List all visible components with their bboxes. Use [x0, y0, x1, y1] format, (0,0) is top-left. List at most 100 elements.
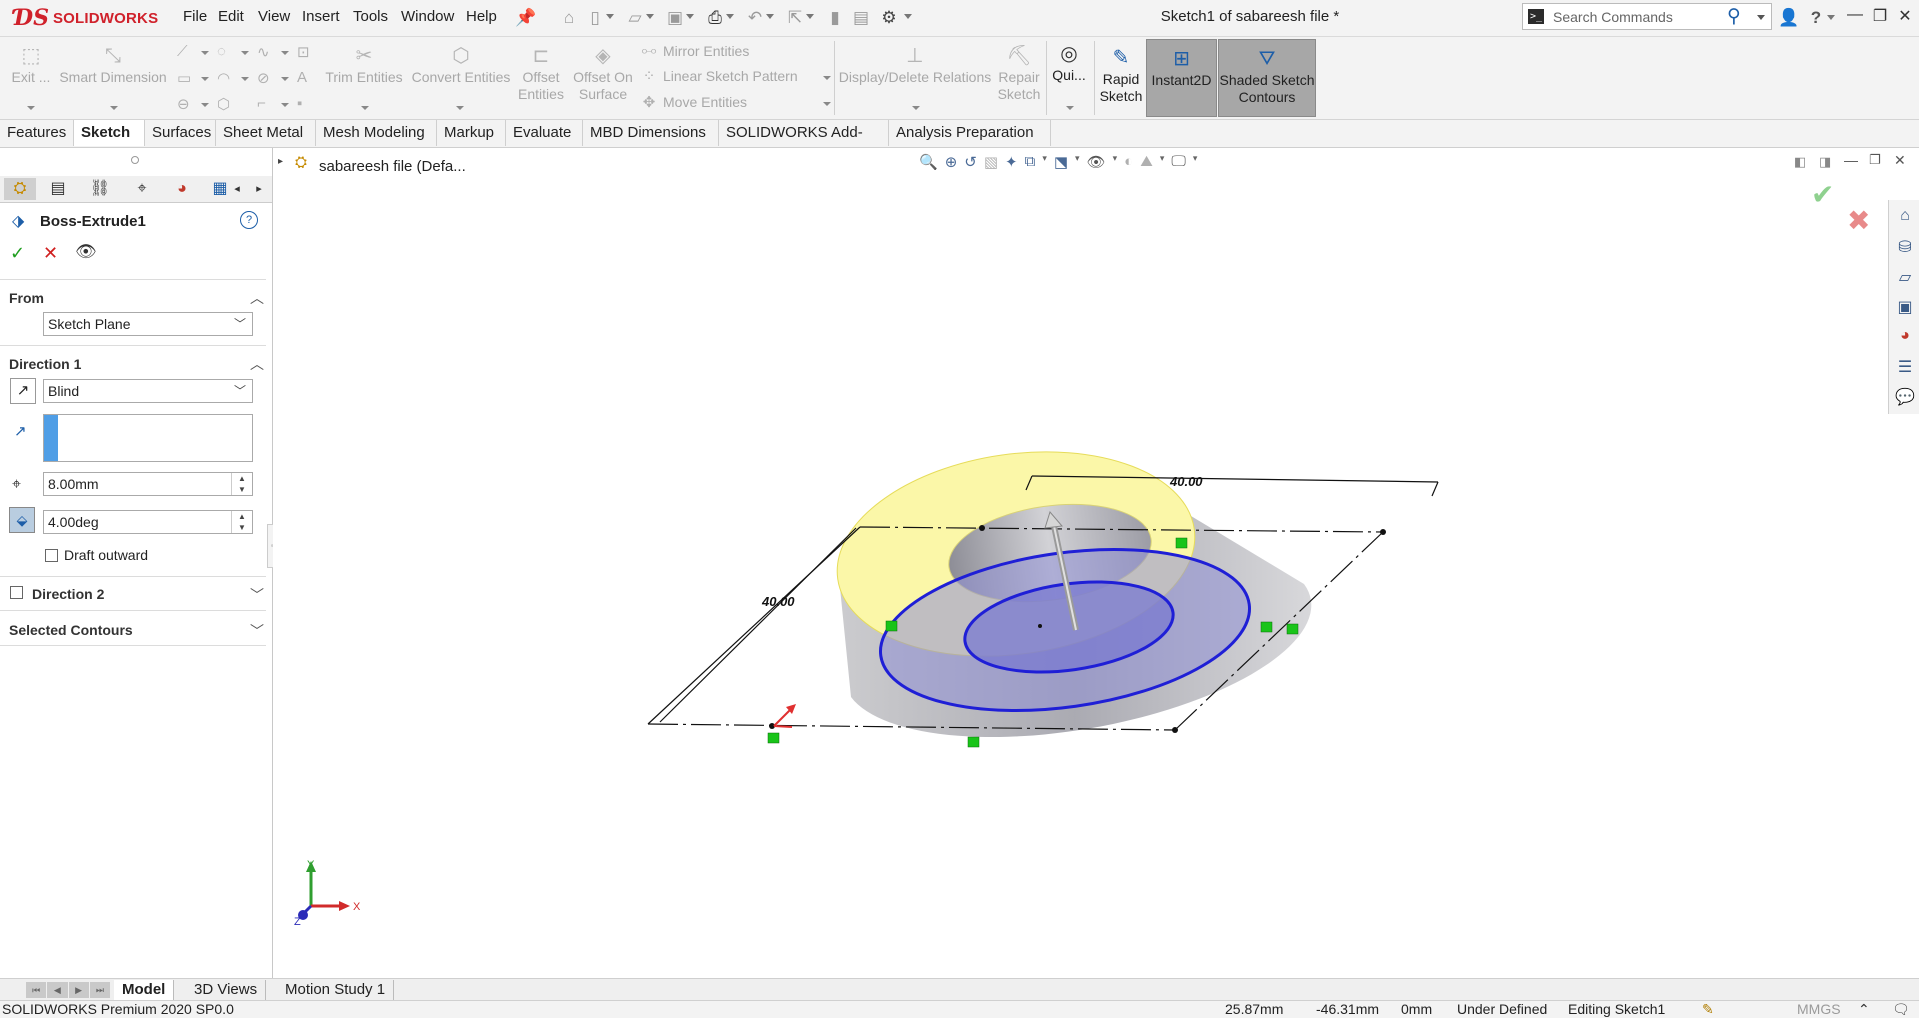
menu-help[interactable]: Help: [466, 8, 497, 25]
dimxpert-manager-tab-icon[interactable]: ⌖: [126, 178, 158, 200]
detailed-preview-eye-icon[interactable]: 👁: [75, 242, 97, 262]
trim-entities-button[interactable]: ✂ Trim Entities: [320, 45, 408, 86]
draft-spin-arrows-icon[interactable]: ▲ ▼: [231, 511, 252, 533]
menu-file[interactable]: File: [183, 8, 207, 25]
draft-outward-checkbox[interactable]: [45, 549, 58, 562]
cancel-x-icon[interactable]: ✕: [43, 243, 58, 264]
display-manager-tab-icon[interactable]: ◕: [166, 178, 198, 200]
dimension-left-value[interactable]: 40.00: [761, 594, 795, 609]
point-icon[interactable]: ▪: [297, 95, 302, 112]
search-commands-box[interactable]: >_ Search Commands ⚲: [1522, 3, 1772, 30]
spline-icon[interactable]: ∿: [257, 43, 270, 61]
linear-sketch-pattern-button[interactable]: ⁘ Linear Sketch Pattern: [641, 67, 798, 85]
ok-check-icon[interactable]: ✓: [10, 243, 25, 264]
forum-icon[interactable]: 💬: [1893, 387, 1917, 409]
minimize-icon[interactable]: —: [1843, 6, 1867, 24]
fillet-dropdown-icon[interactable]: [281, 103, 289, 107]
file-properties-icon[interactable]: ▤: [850, 7, 872, 29]
last-tab-icon[interactable]: ⏭: [89, 982, 110, 998]
feature-manager-tab-icon[interactable]: ⛭: [4, 178, 36, 200]
custom-properties-icon[interactable]: ☰: [1893, 357, 1917, 379]
fillet-icon[interactable]: ⌐: [257, 95, 266, 112]
rectangle-dropdown-icon[interactable]: [201, 77, 209, 81]
tab-3d-views[interactable]: 3D Views: [186, 980, 267, 1000]
tab-sheet-metal[interactable]: Sheet Metal: [216, 120, 316, 146]
menu-edit[interactable]: Edit: [218, 8, 244, 25]
circle-icon[interactable]: ◌: [217, 43, 226, 60]
close-icon[interactable]: ✕: [1893, 6, 1917, 26]
dimension-top-value[interactable]: 40.00: [1169, 474, 1203, 489]
slot-icon[interactable]: ⊖: [177, 95, 190, 113]
menu-tools[interactable]: Tools: [353, 8, 388, 25]
open-folder-icon[interactable]: ▱: [624, 7, 646, 29]
tab-model[interactable]: Model: [114, 980, 175, 1000]
tab-surfaces[interactable]: Surfaces: [145, 120, 216, 146]
move-dropdown-icon[interactable]: [823, 102, 831, 106]
draft-toggle-icon[interactable]: ⬙: [9, 507, 35, 533]
view-palette-icon[interactable]: ▣: [1893, 297, 1917, 319]
direction-selection-box[interactable]: [43, 414, 253, 462]
polygon-icon[interactable]: ⬡: [217, 95, 230, 113]
customize-status-icon[interactable]: 🗨: [1892, 1001, 1910, 1018]
direction2-section-header[interactable]: Direction 2: [32, 586, 104, 602]
text-icon[interactable]: A: [297, 69, 307, 86]
rebuild-indicator-icon[interactable]: ✎: [1702, 1001, 1714, 1018]
units-dropdown-icon[interactable]: ⌃: [1858, 1001, 1870, 1018]
from-section-header[interactable]: From: [9, 290, 44, 306]
help-question-icon[interactable]: ?: [1805, 8, 1827, 28]
offset-on-surface-button[interactable]: ◈ Offset On Surface: [568, 45, 638, 103]
quick-snaps-button[interactable]: ◎ Qui...: [1049, 43, 1089, 84]
select-icon[interactable]: ⇱: [784, 7, 806, 29]
display-delete-relations-button[interactable]: ⊥ Display/Delete Relations: [838, 45, 992, 86]
undo-icon[interactable]: ↶: [744, 7, 766, 29]
print-dropdown-icon[interactable]: [726, 14, 734, 19]
convert-entities-button[interactable]: ⬡ Convert Entities: [410, 45, 512, 86]
direction1-section-header[interactable]: Direction 1: [9, 356, 81, 372]
tab-mbd-dimensions[interactable]: MBD Dimensions: [583, 120, 719, 146]
save-dropdown-icon[interactable]: [686, 14, 694, 19]
search-icon[interactable]: ⚲: [1727, 5, 1741, 28]
convert-dropdown-icon[interactable]: [456, 106, 464, 110]
new-dropdown-icon[interactable]: [606, 14, 614, 19]
solidworks-logo[interactable]: ƊS SOLIDWORKS: [14, 4, 158, 32]
tab-motion-study[interactable]: Motion Study 1: [277, 980, 395, 1000]
help-dropdown-icon[interactable]: [1827, 15, 1835, 20]
tab-features[interactable]: Features: [0, 120, 74, 146]
first-tab-icon[interactable]: ⏮: [26, 982, 47, 998]
collapse-direction1-chevron-icon[interactable]: ︿: [250, 354, 264, 374]
direction2-checkbox[interactable]: [10, 586, 23, 599]
rectangle-icon[interactable]: ▭: [177, 69, 191, 87]
end-condition-select[interactable]: Blind ﹀: [43, 379, 253, 403]
menu-insert[interactable]: Insert: [302, 8, 340, 25]
edit-mode[interactable]: Editing Sketch1: [1568, 1001, 1665, 1018]
repair-sketch-button[interactable]: ⛏ Repair Sketch: [995, 45, 1043, 103]
draft-angle-input[interactable]: 4.00deg ▲ ▼: [43, 510, 253, 534]
help-icon[interactable]: ?: [240, 211, 258, 229]
depth-spin-arrows-icon[interactable]: ▲ ▼: [231, 473, 252, 495]
line-icon[interactable]: ⟋: [177, 43, 188, 60]
reverse-direction-icon[interactable]: ↗: [10, 378, 36, 404]
user-account-icon[interactable]: 👤: [1778, 8, 1800, 28]
file-explorer-icon[interactable]: ▱: [1893, 267, 1917, 289]
construction-geometry-icon[interactable]: ⊡: [297, 43, 310, 61]
restore-icon[interactable]: ❐: [1868, 6, 1892, 26]
tabs-scroll-left-icon[interactable]: ◂: [228, 178, 246, 200]
search-dropdown-icon[interactable]: [1757, 15, 1765, 20]
ellipse-dropdown-icon[interactable]: [281, 77, 289, 81]
search-input[interactable]: Search Commands: [1553, 9, 1673, 25]
unit-system[interactable]: MMGS: [1797, 1001, 1841, 1018]
undo-dropdown-icon[interactable]: [766, 14, 774, 19]
slot-dropdown-icon[interactable]: [201, 103, 209, 107]
prev-tab-icon[interactable]: ◀: [47, 982, 68, 998]
relations-dropdown-icon[interactable]: [912, 106, 920, 110]
smart-dimension-button[interactable]: ⤡ Smart Dimension: [58, 45, 168, 86]
rebuild-icon[interactable]: ▮: [824, 7, 846, 29]
print-icon[interactable]: ⎙: [704, 7, 726, 29]
shaded-sketch-contours-button[interactable]: ⛛ Shaded Sketch Contours: [1218, 39, 1316, 117]
tab-sketch[interactable]: Sketch: [74, 120, 145, 146]
from-select[interactable]: Sketch Plane ﹀: [43, 312, 253, 336]
depth-input[interactable]: 8.00mm ▲ ▼: [43, 472, 253, 496]
tab-analysis-preparation[interactable]: Analysis Preparation: [889, 120, 1051, 146]
new-document-icon[interactable]: ▯: [584, 7, 606, 29]
options-dropdown-icon[interactable]: [904, 14, 912, 19]
